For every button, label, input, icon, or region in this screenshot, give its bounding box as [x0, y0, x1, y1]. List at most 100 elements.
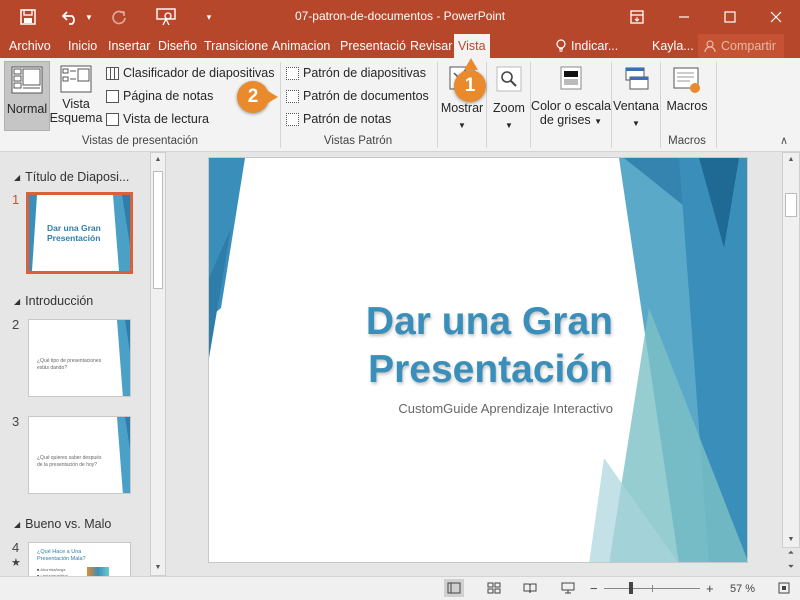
group-label-master-views: Vistas Patrón — [323, 135, 393, 147]
slide-master-button[interactable]: Patrón de diapositivas — [286, 63, 426, 83]
handout-master-icon — [286, 89, 299, 103]
outline-view-button[interactable]: Vista Esquema — [50, 61, 102, 133]
notes-master-button[interactable]: Patrón de notas — [286, 109, 391, 129]
macros-button[interactable]: Macros — [664, 61, 710, 131]
section-header[interactable]: ◢ Introducción — [14, 294, 93, 308]
normal-view-icon — [11, 66, 43, 94]
macros-label: Macros — [666, 99, 708, 113]
normal-view-button[interactable]: Normal — [4, 61, 50, 131]
slide-sorter-label: Clasificador de diapositivas — [123, 66, 275, 80]
scroll-down-icon[interactable]: ▼ — [151, 561, 165, 575]
slide-master-icon — [286, 66, 299, 80]
tab-revisar[interactable]: Revisar — [410, 34, 452, 58]
zoom-slider-center-tick — [652, 585, 653, 592]
tab-inicio[interactable]: Inicio — [68, 34, 97, 58]
tab-vista[interactable]: Vista — [454, 34, 490, 58]
fit-slide-icon[interactable] — [776, 580, 792, 596]
slide-thumbnail[interactable]: ¿Qué quieres saber después de la present… — [28, 416, 131, 494]
zoom-in-button[interactable]: + — [706, 581, 714, 596]
ribbon-display-options-icon[interactable] — [626, 6, 648, 28]
outline-view-label-1: Vista — [62, 97, 90, 111]
tab-insertar[interactable]: Insertar — [108, 34, 150, 58]
slide-title-line-1[interactable]: Dar una Gran — [366, 300, 613, 344]
slide-thumbnail[interactable]: ¿Qué tipo de presentaciones estás dando? — [28, 319, 131, 397]
show-label: Mostrar — [440, 101, 484, 115]
current-slide[interactable]: Dar una Gran Presentación CustomGuide Ap… — [208, 157, 748, 563]
slides-pane: ◢ Título de Diaposi... 1 Dar una Gran Pr… — [0, 152, 168, 582]
minimize-icon[interactable] — [672, 6, 696, 28]
color-grayscale-button[interactable]: Color o escala de grises ▼ — [531, 61, 611, 131]
slides-pane-scrollbar[interactable]: ▲ ▼ — [150, 152, 166, 576]
normal-view-status-icon[interactable] — [444, 579, 464, 597]
share-button[interactable]: Compartir — [698, 34, 784, 58]
maximize-icon[interactable] — [718, 6, 742, 28]
tell-me-label: Indicar... — [571, 39, 619, 53]
zoom-out-button[interactable]: − — [590, 581, 598, 596]
notes-master-icon — [286, 112, 299, 126]
editor-scrollbar[interactable]: ▲ ▼ — [782, 152, 800, 548]
handout-master-button[interactable]: Patrón de documentos — [286, 86, 429, 106]
section-collapse-icon: ◢ — [14, 172, 21, 182]
group-separator — [437, 62, 438, 148]
window-icon — [625, 67, 649, 90]
thumbnail-text-1: ¿Qué Hace a Una — [37, 549, 82, 555]
tab-transiciones[interactable]: Transicione — [204, 34, 268, 58]
zoom-slider-thumb[interactable] — [629, 582, 633, 594]
slide-sorter-icon — [106, 66, 119, 80]
tab-animaciones[interactable]: Animacion — [272, 34, 330, 58]
scroll-down-icon[interactable]: ▼ — [783, 533, 799, 547]
user-name[interactable]: Kayla... — [652, 34, 694, 58]
window-dropdown-icon: ▼ — [632, 119, 640, 128]
reading-view-button[interactable]: Vista de lectura — [106, 109, 209, 129]
slide-sorter-button[interactable]: Clasificador de diapositivas — [106, 63, 274, 83]
tab-presentacion[interactable]: Presentació — [340, 34, 406, 58]
thumbnail-text-2: estás dando? — [37, 365, 68, 371]
notes-page-button[interactable]: Página de notas — [106, 86, 213, 106]
thumbnail-text-1: ¿Qué quieres saber después — [37, 455, 102, 461]
tab-archivo[interactable]: Archivo — [9, 34, 51, 58]
slide-number: 3 — [12, 414, 20, 429]
slide-sorter-status-icon[interactable] — [484, 579, 504, 597]
callout-arrow-icon — [464, 58, 478, 70]
slide-thumbnail[interactable]: Dar una Gran Presentación — [26, 192, 133, 274]
section-collapse-icon: ◢ — [14, 519, 21, 529]
handout-master-label: Patrón de documentos — [303, 89, 429, 103]
zoom-button[interactable]: Zoom ▼ — [490, 61, 528, 131]
previous-slide-icon[interactable]: ⏶ — [783, 548, 799, 562]
slideshow-status-icon[interactable] — [558, 579, 578, 597]
notes-master-label: Patrón de notas — [303, 112, 392, 126]
show-dropdown-icon: ▼ — [458, 121, 466, 130]
color-grayscale-icon — [560, 66, 582, 90]
zoom-level[interactable]: 57 % — [730, 583, 755, 595]
next-slide-icon[interactable]: ⏷ — [783, 562, 799, 576]
scroll-up-icon[interactable]: ▲ — [151, 153, 165, 167]
scroll-up-icon[interactable]: ▲ — [783, 153, 799, 167]
section-title: Título de Diaposi... — [25, 170, 130, 184]
share-label: Compartir — [721, 39, 776, 53]
zoom-slider[interactable] — [604, 582, 700, 594]
close-icon[interactable] — [764, 6, 788, 28]
thumbnail-text-2: de la presentación de hoy? — [37, 462, 98, 468]
zoom-label: Zoom — [493, 101, 525, 115]
zoom-icon — [496, 66, 522, 92]
slide-number: 4 — [12, 540, 20, 555]
person-icon — [704, 40, 716, 52]
thumbnail-title-1: Dar una Gran — [47, 223, 101, 233]
slide-title-line-2[interactable]: Presentación — [368, 348, 613, 392]
status-bar: − + 57 % — [0, 576, 800, 600]
window-button[interactable]: Ventana ▼ — [612, 61, 660, 131]
collapse-ribbon-icon[interactable]: ∧ — [780, 134, 788, 147]
scrollbar-thumb[interactable] — [785, 193, 797, 217]
slide-subtitle[interactable]: CustomGuide Aprendizaje Interactivo — [398, 401, 613, 416]
title-bar: ▼ ▾ 07-patron-de-documentos - PowerPoint — [0, 0, 800, 34]
scrollbar-thumb[interactable] — [153, 171, 163, 289]
section-header[interactable]: ◢ Título de Diaposi... — [14, 170, 129, 184]
lightbulb-icon — [556, 39, 566, 52]
section-header[interactable]: ◢ Bueno vs. Malo — [14, 517, 111, 531]
tell-me-box[interactable]: Indicar... — [556, 34, 618, 58]
tab-diseno[interactable]: Diseño — [158, 34, 197, 58]
reading-view-status-icon[interactable] — [520, 579, 540, 597]
reading-view-label: Vista de lectura — [123, 112, 209, 126]
window-label: Ventana — [613, 99, 659, 113]
group-separator — [486, 62, 487, 148]
